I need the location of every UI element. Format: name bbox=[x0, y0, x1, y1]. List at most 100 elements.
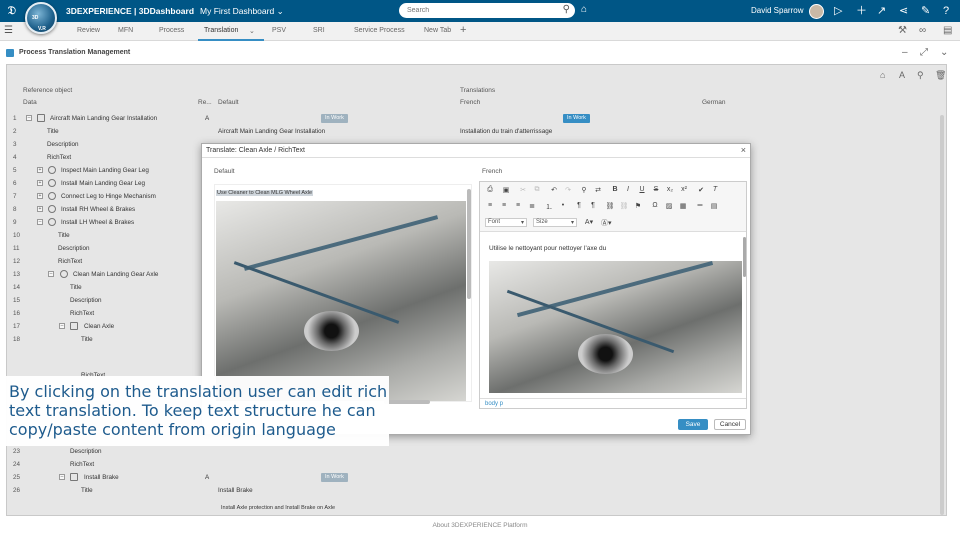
table-row[interactable]: 23 Description bbox=[7, 445, 942, 458]
tab-review[interactable]: Review bbox=[77, 27, 100, 34]
align-left-icon[interactable]: ≡ bbox=[485, 202, 495, 209]
french-text[interactable]: Installation du train d'atterrissage bbox=[460, 128, 552, 135]
table-row[interactable]: 25 – Install Brake A In Work bbox=[7, 471, 942, 484]
compass-icon[interactable]: 3D V.R bbox=[25, 2, 57, 34]
source-content-pane[interactable]: Use Cleaner to Clean MLG Wheel Axle bbox=[214, 184, 472, 402]
align-right-icon[interactable]: ≡ bbox=[513, 202, 523, 209]
tag-icon[interactable]: ⌂ bbox=[581, 4, 587, 15]
expand-icon[interactable]: + bbox=[37, 180, 43, 186]
link-icon[interactable]: ⛓ bbox=[605, 202, 615, 210]
replace-icon[interactable]: ⇄ bbox=[593, 186, 603, 194]
tab-mfn[interactable]: MFN bbox=[118, 27, 133, 34]
footer-about[interactable]: About 3DEXPERIENCE Platform bbox=[0, 522, 960, 540]
copy-icon[interactable]: ⧉ bbox=[532, 186, 542, 194]
table-row[interactable]: 1 – Aircraft Main Landing Gear Installatio… bbox=[7, 112, 942, 125]
tab-new-tab[interactable]: New Tab bbox=[424, 27, 451, 34]
editor-scrollbar[interactable] bbox=[743, 237, 746, 277]
remove-format-icon[interactable]: T bbox=[710, 186, 720, 193]
save-button[interactable]: Save bbox=[678, 419, 708, 430]
help-icon[interactable]: ? bbox=[943, 4, 949, 18]
source-text[interactable]: Use Cleaner to Clean MLG Wheel Axle bbox=[216, 190, 314, 196]
expand-icon[interactable]: + bbox=[37, 167, 43, 173]
tab-translation[interactable]: Translation bbox=[204, 27, 238, 34]
route-icon[interactable]: ∞ bbox=[919, 25, 926, 36]
network-icon[interactable]: ⋖ bbox=[899, 4, 908, 18]
search-icon[interactable]: ⚲ bbox=[563, 4, 570, 15]
tab-psv[interactable]: PSV bbox=[272, 27, 286, 34]
italic-icon[interactable]: I bbox=[623, 186, 633, 193]
delete-icon[interactable]: 🗑 bbox=[935, 70, 946, 81]
user-name[interactable]: David Sparrow bbox=[751, 6, 803, 15]
font-select[interactable]: Font ▾ bbox=[485, 218, 527, 227]
preview-icon[interactable]: ▣ bbox=[501, 186, 511, 194]
table-row[interactable]: 24 RichText bbox=[7, 458, 942, 471]
search-input[interactable] bbox=[399, 3, 549, 18]
find-icon[interactable]: ⚲ bbox=[579, 186, 589, 194]
expand-icon[interactable]: + bbox=[37, 206, 43, 212]
bullet-list-icon[interactable]: • bbox=[558, 202, 568, 209]
add-icon[interactable]: ＋ bbox=[856, 4, 867, 18]
share-icon[interactable]: ↗ bbox=[877, 4, 886, 18]
source-h-scrollbar[interactable] bbox=[384, 400, 430, 404]
anchor-icon[interactable]: ⚑ bbox=[633, 202, 643, 210]
ds-logo-icon[interactable]: 𝔇 bbox=[4, 3, 20, 19]
play-icon[interactable]: ▷ bbox=[834, 4, 842, 18]
avatar[interactable] bbox=[809, 4, 824, 19]
tab-process[interactable]: Process bbox=[159, 27, 184, 34]
chat-icon[interactable]: ▤ bbox=[943, 25, 952, 36]
column-header-default[interactable]: Default bbox=[218, 99, 239, 110]
column-header-data[interactable]: Data bbox=[23, 99, 37, 110]
minimize-icon[interactable]: – bbox=[902, 47, 908, 58]
bold-icon[interactable]: B bbox=[610, 186, 620, 193]
undo-icon[interactable]: ↶ bbox=[549, 186, 559, 194]
unlink-icon[interactable]: ⛓ bbox=[619, 202, 629, 210]
superscript-icon[interactable]: x² bbox=[679, 186, 689, 193]
home-icon[interactable]: ⌂ bbox=[880, 70, 885, 80]
strikethrough-icon[interactable]: S bbox=[651, 186, 661, 193]
tool-icon[interactable]: ⚒ bbox=[898, 25, 907, 36]
special-char-icon[interactable]: Ω bbox=[650, 202, 660, 209]
cancel-button[interactable]: Cancel bbox=[714, 419, 746, 430]
close-icon[interactable]: × bbox=[741, 145, 746, 155]
horizontal-line-icon[interactable]: ═ bbox=[695, 202, 705, 209]
dashboard-selector[interactable]: My First Dashboard ⌄ bbox=[200, 6, 284, 16]
expand-icon[interactable]: + bbox=[37, 193, 43, 199]
text-color-icon[interactable]: A▾ bbox=[584, 218, 594, 226]
translate-icon[interactable]: A bbox=[899, 70, 905, 80]
menu-icon[interactable]: ☰ bbox=[4, 25, 13, 36]
chevron-down-icon[interactable]: ⌄ bbox=[940, 47, 948, 58]
grid-scrollbar[interactable] bbox=[940, 115, 944, 515]
collapse-icon[interactable]: – bbox=[59, 474, 65, 480]
text-direction-icon[interactable]: ¶ bbox=[574, 202, 584, 209]
paragraph-icon[interactable]: ¶ bbox=[588, 202, 598, 209]
editor-body[interactable]: Utilise le nettoyant pour nettoyer l'axe… bbox=[480, 233, 746, 398]
underline-icon[interactable]: U bbox=[637, 186, 647, 193]
table-row[interactable]: Install Axle protection and Install Brak… bbox=[7, 502, 942, 515]
redo-icon[interactable]: ↷ bbox=[563, 186, 573, 194]
collapse-icon[interactable]: – bbox=[37, 219, 43, 225]
search-icon[interactable]: ⚲ bbox=[917, 70, 924, 81]
size-select[interactable]: Size ▾ bbox=[533, 218, 577, 227]
add-tab-icon[interactable]: + bbox=[460, 24, 466, 36]
collapse-icon[interactable]: – bbox=[48, 271, 54, 277]
table-row[interactable]: 2 Title Aircraft Main Landing Gear Install… bbox=[7, 125, 942, 138]
subscript-icon[interactable]: x₂ bbox=[665, 186, 675, 193]
maximize-icon[interactable]: ⤢ bbox=[920, 47, 928, 58]
image-icon[interactable]: ▨ bbox=[664, 202, 674, 210]
translation-text[interactable]: Utilise le nettoyant pour nettoyer l'axe… bbox=[489, 245, 606, 252]
spellcheck-icon[interactable]: ✔ bbox=[696, 186, 706, 194]
column-header-french[interactable]: French bbox=[460, 99, 480, 110]
table-row[interactable]: 26 Title Install Brake bbox=[7, 484, 942, 497]
align-center-icon[interactable]: ≡ bbox=[499, 202, 509, 209]
background-color-icon[interactable]: Ⓐ▾ bbox=[601, 218, 612, 228]
chevron-down-icon[interactable]: ⌄ bbox=[249, 27, 255, 35]
tab-service-process[interactable]: Service Process bbox=[354, 27, 405, 34]
column-header-rev[interactable]: Re... bbox=[198, 99, 212, 110]
cut-icon[interactable]: ✂ bbox=[518, 186, 528, 194]
collapse-icon[interactable]: – bbox=[59, 323, 65, 329]
table-icon[interactable]: ▦ bbox=[678, 202, 688, 210]
tab-sri[interactable]: SRI bbox=[313, 27, 325, 34]
column-header-german[interactable]: German bbox=[702, 99, 725, 110]
justify-icon[interactable]: ≣ bbox=[527, 202, 537, 210]
collapse-icon[interactable]: – bbox=[26, 115, 32, 121]
